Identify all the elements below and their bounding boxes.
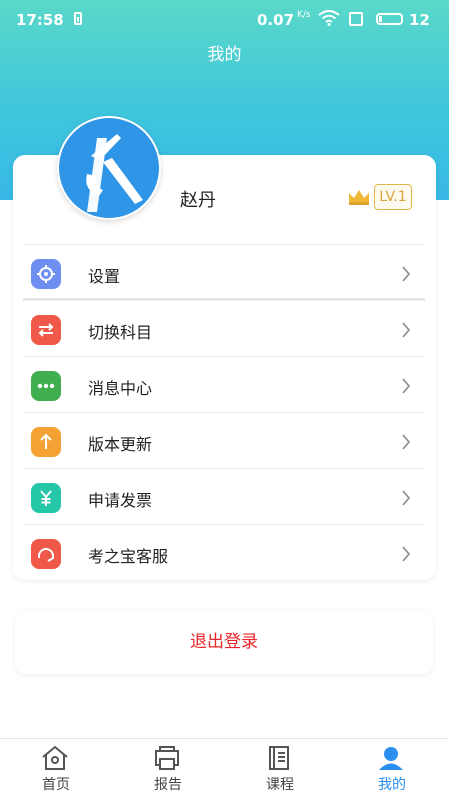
upgrade-icon <box>31 427 61 457</box>
menu-item-label: 版本更新 <box>88 435 153 454</box>
chevron-right-icon <box>402 322 411 338</box>
tab-bar: 首页 报告 课程 我的 <box>0 738 449 801</box>
battery-level: 12 <box>409 11 430 29</box>
menu-item-label: 申请发票 <box>88 491 153 510</box>
menu-item-label: 设置 <box>88 267 121 286</box>
battery-icon <box>376 13 403 25</box>
username: 赵丹 <box>180 190 216 211</box>
tab-label: 我的 <box>378 777 406 793</box>
status-time: 17:58 <box>16 11 64 29</box>
level-badge: LV.1 <box>374 184 412 210</box>
tab-label: 报告 <box>154 777 182 793</box>
avatar-logo-icon <box>59 118 159 218</box>
tab-report[interactable]: 报告 <box>112 739 224 801</box>
gear-icon <box>31 259 61 289</box>
chevron-right-icon <box>402 434 411 450</box>
avatar[interactable] <box>57 116 161 220</box>
wifi-icon <box>318 10 340 26</box>
tab-home[interactable]: 首页 <box>0 739 112 801</box>
user-icon <box>379 747 403 770</box>
network-speed: 0.07 <box>257 11 295 29</box>
menu-item-switch-subject[interactable]: 切换科目 <box>23 300 425 356</box>
tab-label: 首页 <box>42 777 70 793</box>
chevron-right-icon <box>402 378 411 394</box>
tab-course[interactable]: 课程 <box>224 739 336 801</box>
logout-button[interactable]: 退出登录 <box>15 610 433 674</box>
menu-item-customer-service[interactable]: 考之宝客服 <box>23 524 425 580</box>
chevron-right-icon <box>402 490 411 506</box>
menu-item-label: 切换科目 <box>88 323 153 342</box>
network-speed-unit: K/s <box>297 10 311 20</box>
page-title: 我的 <box>207 45 242 65</box>
tab-label: 课程 <box>266 777 294 793</box>
menu-item-settings[interactable]: 设置 <box>23 244 425 300</box>
tab-mine[interactable]: 我的 <box>336 739 448 801</box>
crown-icon <box>349 190 369 205</box>
menu-item-label: 考之宝客服 <box>88 547 169 566</box>
menu-item-message-center[interactable]: 消息中心 <box>23 356 425 412</box>
invoice-icon <box>31 483 61 513</box>
report-icon <box>155 746 179 770</box>
menu-item-apply-invoice[interactable]: 申请发票 <box>23 468 425 524</box>
chevron-right-icon <box>402 546 411 562</box>
settings-menu: 设置 切换科目 消息中心 版本更新 申请发票 考之宝客服 <box>23 244 425 580</box>
sim-icon <box>349 12 363 26</box>
home-icon <box>42 745 68 770</box>
battery-saver-icon <box>74 12 82 25</box>
menu-item-label: 消息中心 <box>88 379 153 398</box>
status-bar: 17:58 0.07 K/s 12 <box>0 0 449 40</box>
chevron-right-icon <box>402 266 411 282</box>
customer-service-icon <box>31 539 61 569</box>
swap-icon <box>31 315 61 345</box>
menu-item-version-update[interactable]: 版本更新 <box>23 412 425 468</box>
course-icon <box>269 746 289 770</box>
message-icon <box>31 371 61 401</box>
